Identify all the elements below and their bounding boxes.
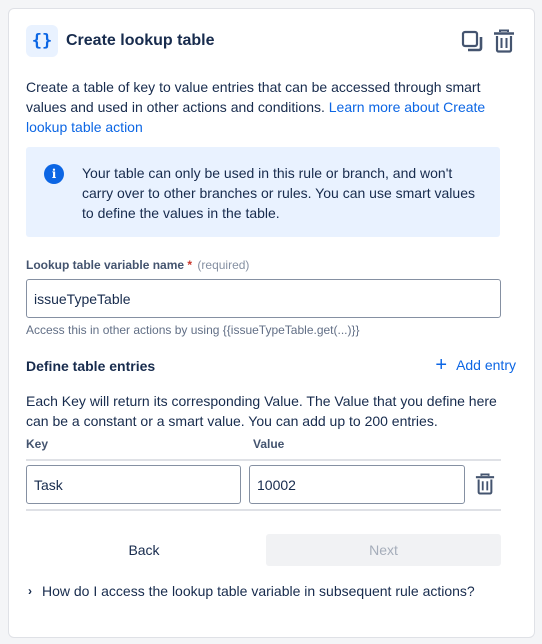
table-divider-top — [26, 459, 501, 461]
chevron-right-icon: › — [28, 584, 32, 598]
table-divider-bottom — [26, 509, 501, 511]
info-message: i Your table can only be used in this ru… — [26, 147, 500, 237]
variable-name-input[interactable] — [26, 279, 501, 318]
panel-header: {} Create lookup table — [26, 25, 516, 57]
faq-expander[interactable]: › How do I access the lookup table varia… — [28, 583, 475, 599]
define-entries-title: Define table entries — [26, 358, 156, 374]
required-star: * — [187, 258, 193, 272]
column-header-key: Key — [26, 437, 49, 451]
next-button: Next — [266, 534, 501, 566]
panel-title: Create lookup table — [66, 32, 215, 49]
description: Create a table of key to value entries t… — [26, 77, 518, 137]
back-button[interactable]: Back — [26, 534, 262, 566]
variable-name-label: Lookup table variable name * (required) — [26, 258, 249, 272]
duplicate-button[interactable] — [460, 29, 484, 53]
add-entry-label: Add entry — [456, 357, 516, 373]
delete-entry-button[interactable] — [473, 472, 497, 496]
column-header-value: Value — [253, 437, 285, 451]
variable-name-label-text: Lookup table variable name — [26, 258, 185, 272]
info-icon: i — [44, 164, 64, 184]
entries-description: Each Key will return its corresponding V… — [26, 393, 497, 429]
variable-helper-text: Access this in other actions by using {{… — [26, 323, 360, 337]
delete-action-button[interactable] — [492, 29, 516, 53]
faq-text: How do I access the lookup table variabl… — [42, 583, 475, 599]
duplicate-icon — [461, 30, 483, 52]
info-text: Your table can only be used in this rule… — [82, 165, 475, 221]
required-text: (required) — [197, 258, 250, 272]
trash-icon — [475, 473, 495, 495]
curly-braces-icon: {} — [26, 25, 58, 57]
entry-key-input[interactable] — [26, 465, 241, 504]
plus-icon: + — [435, 354, 448, 376]
entry-value-input[interactable] — [249, 465, 465, 504]
add-entry-button[interactable]: + Add entry — [435, 354, 516, 376]
trash-icon — [494, 29, 514, 53]
header-actions — [460, 29, 516, 53]
